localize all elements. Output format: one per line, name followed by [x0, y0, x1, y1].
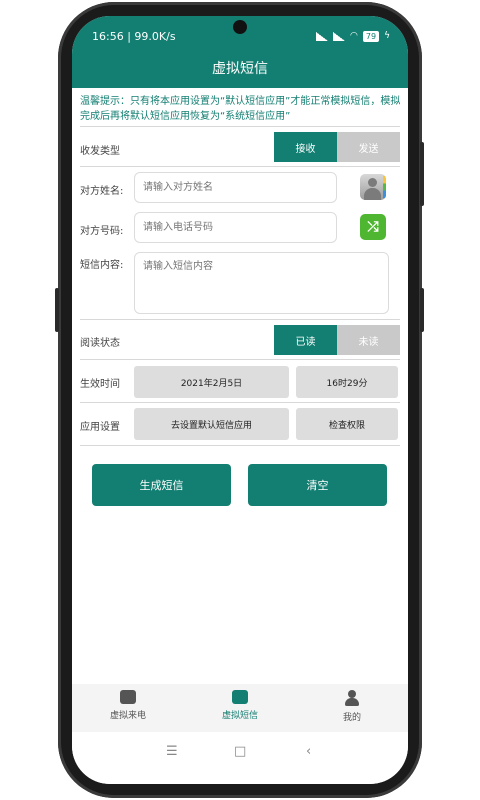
direction-label: 收发类型: [80, 146, 120, 157]
shuffle-icon[interactable]: ⤮: [360, 214, 386, 240]
warm-notice: 温馨提示：只有将本应用设置为“默认短信应用”才能正常模拟短信，模拟完成后再将默认…: [80, 96, 401, 122]
menu-icon[interactable]: ☰: [166, 744, 178, 759]
set-default-sms-app-button[interactable]: 去设置默认短信应用: [134, 408, 289, 440]
signal-icon-2: [333, 31, 346, 41]
app-settings-label: 应用设置: [80, 422, 120, 433]
time-picker-button[interactable]: 16时29分: [296, 366, 398, 398]
side-key: [55, 288, 59, 332]
bottom-navigation: 虚拟来电 虚拟短信 我的: [72, 684, 408, 732]
charging-icon: ϟ: [384, 31, 390, 41]
date-picker-button[interactable]: 2021年2月5日: [134, 366, 289, 398]
screen: 16:56 | 99.0K/s ◠ 79 ϟ 虚拟短信 温馨提示：只有将本应用设…: [72, 16, 408, 784]
read-status-label: 阅读状态: [80, 338, 120, 349]
power-button: [420, 288, 424, 332]
status-left: 16:56 | 99.0K/s: [92, 29, 176, 43]
clear-button[interactable]: 清空: [248, 464, 387, 506]
page-title: 虚拟短信: [212, 61, 268, 77]
wifi-icon: ◠: [350, 31, 358, 41]
segment-unread[interactable]: 未读: [337, 325, 400, 355]
divider: [80, 126, 400, 127]
contacts-icon[interactable]: [360, 174, 386, 200]
nav-label: 我的: [342, 713, 361, 723]
generate-sms-button[interactable]: 生成短信: [92, 464, 231, 506]
system-navigation-bar: ☰ □ ‹: [72, 732, 408, 784]
divider: [80, 445, 400, 446]
app-header: 16:56 | 99.0K/s ◠ 79 ϟ 虚拟短信: [72, 16, 408, 88]
contact-tabs: [383, 176, 386, 198]
name-label: 对方姓名:: [80, 186, 124, 197]
nav-label: 虚拟来电: [109, 711, 146, 721]
nav-label: 虚拟短信: [221, 711, 258, 721]
volume-button: [420, 142, 424, 206]
home-icon[interactable]: □: [234, 744, 246, 759]
segment-read[interactable]: 已读: [274, 325, 337, 355]
contact-head: [368, 178, 377, 187]
sms-content-input[interactable]: [134, 252, 389, 314]
phone-chat-icon: [120, 690, 136, 704]
effective-time-label: 生效时间: [80, 379, 120, 390]
content-label: 短信内容:: [80, 260, 124, 271]
divider: [80, 166, 400, 167]
name-input[interactable]: [134, 172, 337, 203]
nav-virtual-call[interactable]: 虚拟来电: [72, 690, 184, 721]
check-permission-button[interactable]: 检查权限: [296, 408, 398, 440]
back-icon[interactable]: ‹: [306, 744, 311, 759]
segment-receive[interactable]: 接收: [274, 132, 337, 162]
divider: [80, 359, 400, 360]
person-icon: [345, 690, 359, 706]
signal-icon: [316, 31, 329, 41]
nav-virtual-sms[interactable]: 虚拟短信: [184, 690, 296, 721]
status-right: ◠ 79 ϟ: [316, 30, 390, 42]
phone-number-input[interactable]: [134, 212, 337, 243]
segment-send[interactable]: 发送: [337, 132, 400, 162]
status-bar: 16:56 | 99.0K/s ◠ 79 ϟ: [92, 28, 390, 44]
battery-icon: 79: [362, 30, 380, 42]
divider: [80, 319, 400, 320]
network-speed: 99.0K/s: [134, 29, 176, 43]
number-label: 对方号码:: [80, 226, 124, 237]
nav-me[interactable]: 我的: [296, 690, 408, 723]
message-icon: [232, 690, 248, 704]
contact-body: [364, 188, 381, 200]
status-time: 16:56: [92, 29, 124, 43]
divider: [80, 402, 400, 403]
